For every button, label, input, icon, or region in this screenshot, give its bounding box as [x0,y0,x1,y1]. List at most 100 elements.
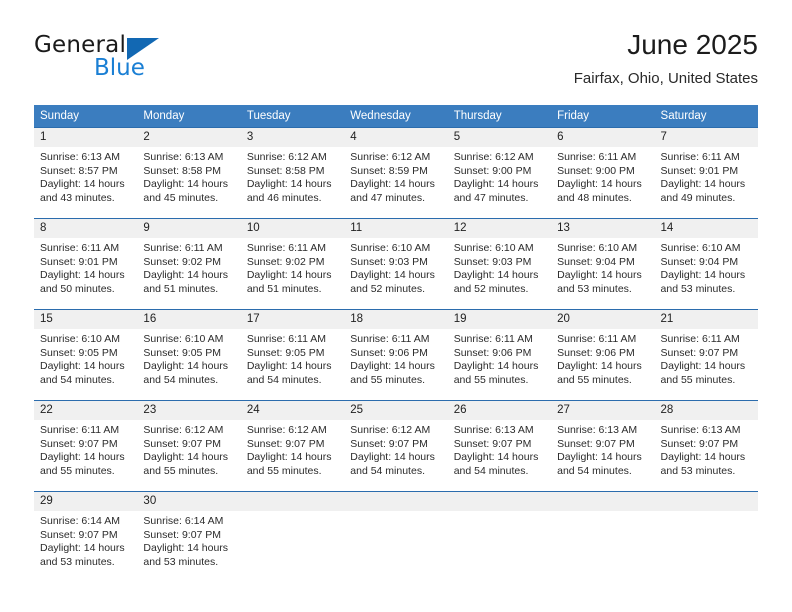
day-number: 5 [447,128,552,147]
sunset-text: Sunset: 9:07 PM [40,437,118,450]
sunrise-text: Sunrise: 6:12 AM [350,151,431,163]
day-number: 14 [654,219,758,238]
day-cell[interactable]: 4 Sunrise: 6:12 AM Sunset: 8:59 PM Dayli… [344,127,448,206]
day-cell[interactable]: 29 Sunrise: 6:14 AM Sunset: 9:07 PM Dayl… [34,491,138,570]
title-block: June 2025 Fairfax, Ohio, United States [574,28,758,90]
daylight-text-line2: and 55 minutes. [453,373,529,386]
day-cell[interactable]: 19 Sunrise: 6:11 AM Sunset: 9:06 PM Dayl… [447,309,552,388]
sunset-text: Sunset: 8:57 PM [40,164,118,177]
day-cell[interactable]: 10 Sunrise: 6:11 AM Sunset: 9:02 PM Dayl… [240,218,345,297]
daylight-text-line2: and 53 minutes. [557,282,632,295]
day-cell[interactable]: 21 Sunrise: 6:11 AM Sunset: 9:07 PM Dayl… [654,309,758,388]
sunset-text: Sunset: 9:05 PM [143,346,222,359]
sunrise-text: Sunrise: 6:10 AM [143,333,224,345]
day-number: 24 [240,401,345,420]
sunset-text: Sunset: 9:07 PM [143,437,222,450]
day-cell[interactable]: 16 Sunrise: 6:10 AM Sunset: 9:05 PM Dayl… [137,309,241,388]
day-cell[interactable]: 23 Sunrise: 6:12 AM Sunset: 9:07 PM Dayl… [137,400,241,479]
day-info: Sunrise: 6:11 AM Sunset: 9:06 PM Dayligh… [551,329,654,387]
day-cell-inner-empty [654,492,758,570]
day-cell-inner: 29 Sunrise: 6:14 AM Sunset: 9:07 PM Dayl… [34,492,138,570]
day-info: Sunrise: 6:13 AM Sunset: 9:07 PM Dayligh… [448,420,551,478]
daylight-text-line1: Daylight: 14 hours [143,451,229,464]
sunrise-text: Sunrise: 6:11 AM [350,333,430,345]
day-info [655,511,758,515]
daylight-text-line2: and 45 minutes. [143,191,219,204]
sunrise-text: Sunrise: 6:12 AM [350,424,431,436]
day-cell[interactable]: 18 Sunrise: 6:11 AM Sunset: 9:06 PM Dayl… [344,309,448,388]
sunrise-text: Sunrise: 6:10 AM [660,242,741,254]
sunrise-text: Sunrise: 6:14 AM [40,515,120,527]
day-cell[interactable]: 1 Sunrise: 6:13 AM Sunset: 8:57 PM Dayli… [34,127,138,206]
day-info: Sunrise: 6:12 AM Sunset: 9:07 PM Dayligh… [241,420,344,478]
sunset-text: Sunset: 9:07 PM [453,437,532,450]
calendar-body: 1 Sunrise: 6:13 AM Sunset: 8:57 PM Dayli… [34,127,758,570]
calendar-header-row: Sunday Monday Tuesday Wednesday Thursday… [34,105,758,128]
day-cell[interactable]: 28 Sunrise: 6:13 AM Sunset: 9:07 PM Dayl… [654,400,758,479]
daylight-text-line2: and 54 minutes. [40,373,115,386]
daylight-text-line1: Daylight: 14 hours [453,451,539,464]
day-number: 15 [34,310,138,329]
day-info: Sunrise: 6:12 AM Sunset: 8:58 PM Dayligh… [241,147,344,205]
day-cell[interactable]: 12 Sunrise: 6:10 AM Sunset: 9:03 PM Dayl… [447,218,552,297]
sunset-text: Sunset: 9:02 PM [143,255,222,268]
day-cell[interactable]: 2 Sunrise: 6:13 AM Sunset: 8:58 PM Dayli… [137,127,241,206]
day-number: 10 [240,219,345,238]
day-cell[interactable]: 8 Sunrise: 6:11 AM Sunset: 9:01 PM Dayli… [34,218,138,297]
day-cell-inner: 21 Sunrise: 6:11 AM Sunset: 9:07 PM Dayl… [654,310,758,388]
day-info: Sunrise: 6:14 AM Sunset: 9:07 PM Dayligh… [137,511,240,569]
sunrise-text: Sunrise: 6:13 AM [660,424,741,436]
day-cell[interactable]: 9 Sunrise: 6:11 AM Sunset: 9:02 PM Dayli… [137,218,241,297]
day-info: Sunrise: 6:11 AM Sunset: 9:01 PM Dayligh… [655,147,758,205]
daylight-text-line1: Daylight: 14 hours [246,451,332,464]
page-header: General Blue June 2025 Fairfax, Ohio, Un… [34,28,758,94]
day-cell-inner-empty [344,492,448,570]
daylight-text-line2: and 52 minutes. [453,282,529,295]
day-info: Sunrise: 6:11 AM Sunset: 9:05 PM Dayligh… [241,329,344,387]
day-cell[interactable]: 24 Sunrise: 6:12 AM Sunset: 9:07 PM Dayl… [240,400,345,479]
daylight-text-line1: Daylight: 14 hours [40,542,125,555]
daylight-text-line2: and 49 minutes. [660,191,736,204]
day-cell-inner: 4 Sunrise: 6:12 AM Sunset: 8:59 PM Dayli… [344,128,448,206]
day-info: Sunrise: 6:10 AM Sunset: 9:04 PM Dayligh… [655,238,758,296]
day-cell-inner: 8 Sunrise: 6:11 AM Sunset: 9:01 PM Dayli… [34,219,138,297]
day-info: Sunrise: 6:11 AM Sunset: 9:02 PM Dayligh… [137,238,240,296]
day-info: Sunrise: 6:12 AM Sunset: 9:00 PM Dayligh… [448,147,551,205]
day-cell-inner: 24 Sunrise: 6:12 AM Sunset: 9:07 PM Dayl… [240,401,345,479]
day-cell-inner: 13 Sunrise: 6:10 AM Sunset: 9:04 PM Dayl… [551,219,655,297]
sunset-text: Sunset: 8:58 PM [143,164,222,177]
day-number [240,492,345,511]
day-info: Sunrise: 6:10 AM Sunset: 9:03 PM Dayligh… [344,238,447,296]
day-number: 3 [240,128,345,147]
day-cell[interactable]: 30 Sunrise: 6:14 AM Sunset: 9:07 PM Dayl… [137,491,241,570]
day-cell [344,491,448,570]
sunrise-text: Sunrise: 6:11 AM [453,333,533,345]
sunset-text: Sunset: 9:07 PM [143,528,222,541]
calendar-week-row: 22 Sunrise: 6:11 AM Sunset: 9:07 PM Dayl… [34,400,758,479]
day-cell[interactable]: 5 Sunrise: 6:12 AM Sunset: 9:00 PM Dayli… [447,127,552,206]
day-cell-inner: 15 Sunrise: 6:10 AM Sunset: 9:05 PM Dayl… [34,310,138,388]
day-cell[interactable]: 20 Sunrise: 6:11 AM Sunset: 9:06 PM Dayl… [551,309,655,388]
general-blue-logo[interactable]: General Blue [34,32,244,90]
day-cell[interactable]: 25 Sunrise: 6:12 AM Sunset: 9:07 PM Dayl… [344,400,448,479]
day-cell[interactable]: 22 Sunrise: 6:11 AM Sunset: 9:07 PM Dayl… [34,400,138,479]
day-cell[interactable]: 3 Sunrise: 6:12 AM Sunset: 8:58 PM Dayli… [240,127,345,206]
day-cell[interactable]: 15 Sunrise: 6:10 AM Sunset: 9:05 PM Dayl… [34,309,138,388]
day-cell-inner: 7 Sunrise: 6:11 AM Sunset: 9:01 PM Dayli… [654,128,758,206]
day-cell[interactable]: 13 Sunrise: 6:10 AM Sunset: 9:04 PM Dayl… [551,218,655,297]
daylight-text-line1: Daylight: 14 hours [40,451,125,464]
weekday-header-saturday: Saturday [654,105,758,128]
sunrise-text: Sunrise: 6:10 AM [453,242,534,254]
daylight-text-line2: and 47 minutes. [453,191,529,204]
day-cell[interactable]: 17 Sunrise: 6:11 AM Sunset: 9:05 PM Dayl… [240,309,345,388]
day-cell[interactable]: 27 Sunrise: 6:13 AM Sunset: 9:07 PM Dayl… [551,400,655,479]
day-cell-inner: 20 Sunrise: 6:11 AM Sunset: 9:06 PM Dayl… [551,310,655,388]
day-cell[interactable]: 14 Sunrise: 6:10 AM Sunset: 9:04 PM Dayl… [654,218,758,297]
day-cell[interactable]: 26 Sunrise: 6:13 AM Sunset: 9:07 PM Dayl… [447,400,552,479]
daylight-text-line1: Daylight: 14 hours [660,451,746,464]
day-cell[interactable]: 6 Sunrise: 6:11 AM Sunset: 9:00 PM Dayli… [551,127,655,206]
day-cell[interactable]: 11 Sunrise: 6:10 AM Sunset: 9:03 PM Dayl… [344,218,448,297]
daylight-text-line2: and 54 minutes. [246,373,322,386]
day-cell[interactable]: 7 Sunrise: 6:11 AM Sunset: 9:01 PM Dayli… [654,127,758,206]
day-number: 19 [447,310,552,329]
